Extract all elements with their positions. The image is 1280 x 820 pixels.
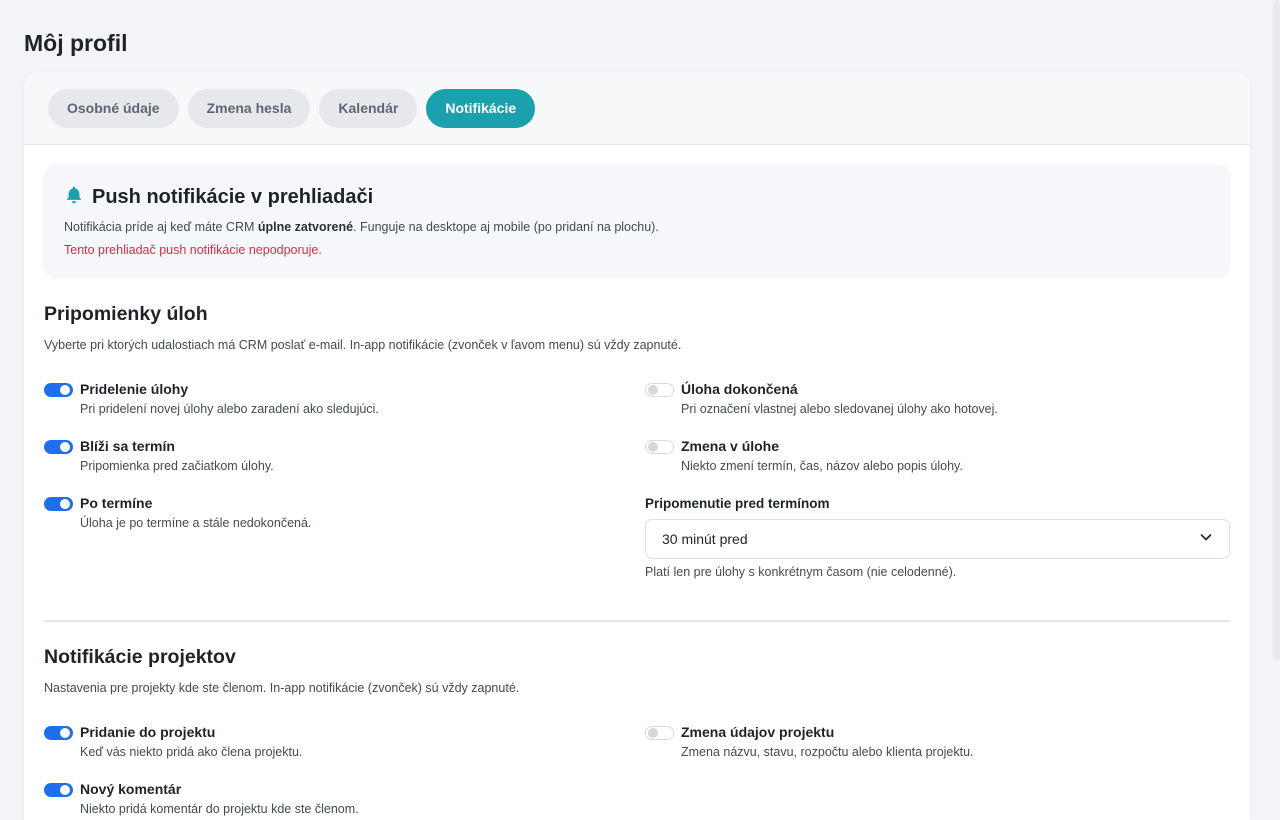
option-label: Úloha dokončená [681,381,798,397]
new-comment-toggle[interactable] [44,783,73,797]
option-description: Keď vás niekto pridá ako člena projektu. [80,745,303,759]
project-data-change-toggle[interactable] [645,726,674,740]
tab-personal-info[interactable]: Osobné údaje [48,88,179,128]
push-notifications-panel: Push notifikácie v prehliadači Notifikác… [44,165,1230,276]
tabs-bar: Osobné údaje Zmena hesla Kalendár Notifi… [24,72,1250,145]
option-description: Pripomienka pred začiatkom úlohy. [80,459,274,473]
projects-section-title: Notifikácie projektov [44,646,236,668]
page-title: Môj profil [24,30,128,56]
reminder-hint: Platí len pre úlohy s konkrétnym časom (… [645,565,957,579]
bell-icon [64,185,84,210]
task-completed-toggle[interactable] [645,383,674,397]
option-description: Úloha je po termíne a stále nedokončená. [80,516,312,530]
reminder-label: Pripomenutie pred termínom [645,496,830,511]
tab-change-password[interactable]: Zmena hesla [187,88,311,128]
overdue-toggle[interactable] [44,497,73,511]
option-label: Pridanie do projektu [80,724,216,740]
option-description: Pri označení vlastnej alebo sledovanej ú… [681,402,998,416]
option-label: Zmena údajov projektu [681,724,835,740]
option-task-assigned: Pridelenie úlohy Pri pridelení novej úlo… [44,381,379,416]
option-description: Niekto zmení termín, čas, názov alebo po… [681,459,963,473]
option-description: Zmena názvu, stavu, rozpočtu alebo klien… [681,745,974,759]
task-assigned-toggle[interactable] [44,383,73,397]
option-task-changed: Zmena v úlohe Niekto zmení termín, čas, … [645,438,963,473]
push-unsupported-warning: Tento prehliadač push notifikácie nepodp… [64,243,322,257]
option-overdue: Po termíne Úloha je po termíne a stále n… [44,495,311,530]
option-new-comment: Nový komentár Niekto pridá komentár do p… [44,781,359,816]
option-label: Blíži sa termín [80,438,175,454]
push-description: Notifikácia príde aj keď máte CRM úplne … [64,220,659,234]
deadline-approaching-toggle[interactable] [44,440,73,454]
page-scrollbar[interactable] [1273,0,1280,660]
task-changed-toggle[interactable] [645,440,674,454]
option-deadline-approaching: Blíži sa termín Pripomienka pred začiatk… [44,438,274,473]
option-label: Zmena v úlohe [681,438,780,454]
option-label: Nový komentár [80,781,182,797]
profile-card: Osobné údaje Zmena hesla Kalendár Notifi… [24,72,1250,820]
chevron-down-icon [1199,530,1213,549]
push-title: Push notifikácie v prehliadači [92,186,374,208]
option-description: Niekto pridá komentár do projektu kde st… [80,802,359,816]
reminder-select[interactable]: 30 minút pred [645,519,1230,559]
option-project-data-change: Zmena údajov projektu Zmena názvu, stavu… [645,724,974,759]
section-divider [44,620,1230,622]
tasks-section-title: Pripomienky úloh [44,303,208,325]
tasks-section-description: Vyberte pri ktorých udalostiach má CRM p… [44,338,682,352]
option-label: Po termíne [80,495,153,511]
tab-notifications[interactable]: Notifikácie [426,88,536,128]
option-task-completed: Úloha dokončená Pri označení vlastnej al… [645,381,998,416]
reminder-select-value: 30 minút pred [662,531,748,547]
projects-section-description: Nastavenia pre projekty kde ste členom. … [44,681,520,695]
option-label: Pridelenie úlohy [80,381,189,397]
option-description: Pri pridelení novej úlohy alebo zaradení… [80,402,379,416]
tab-calendar[interactable]: Kalendár [319,88,418,128]
added-to-project-toggle[interactable] [44,726,73,740]
option-added-to-project: Pridanie do projektu Keď vás niekto prid… [44,724,302,759]
